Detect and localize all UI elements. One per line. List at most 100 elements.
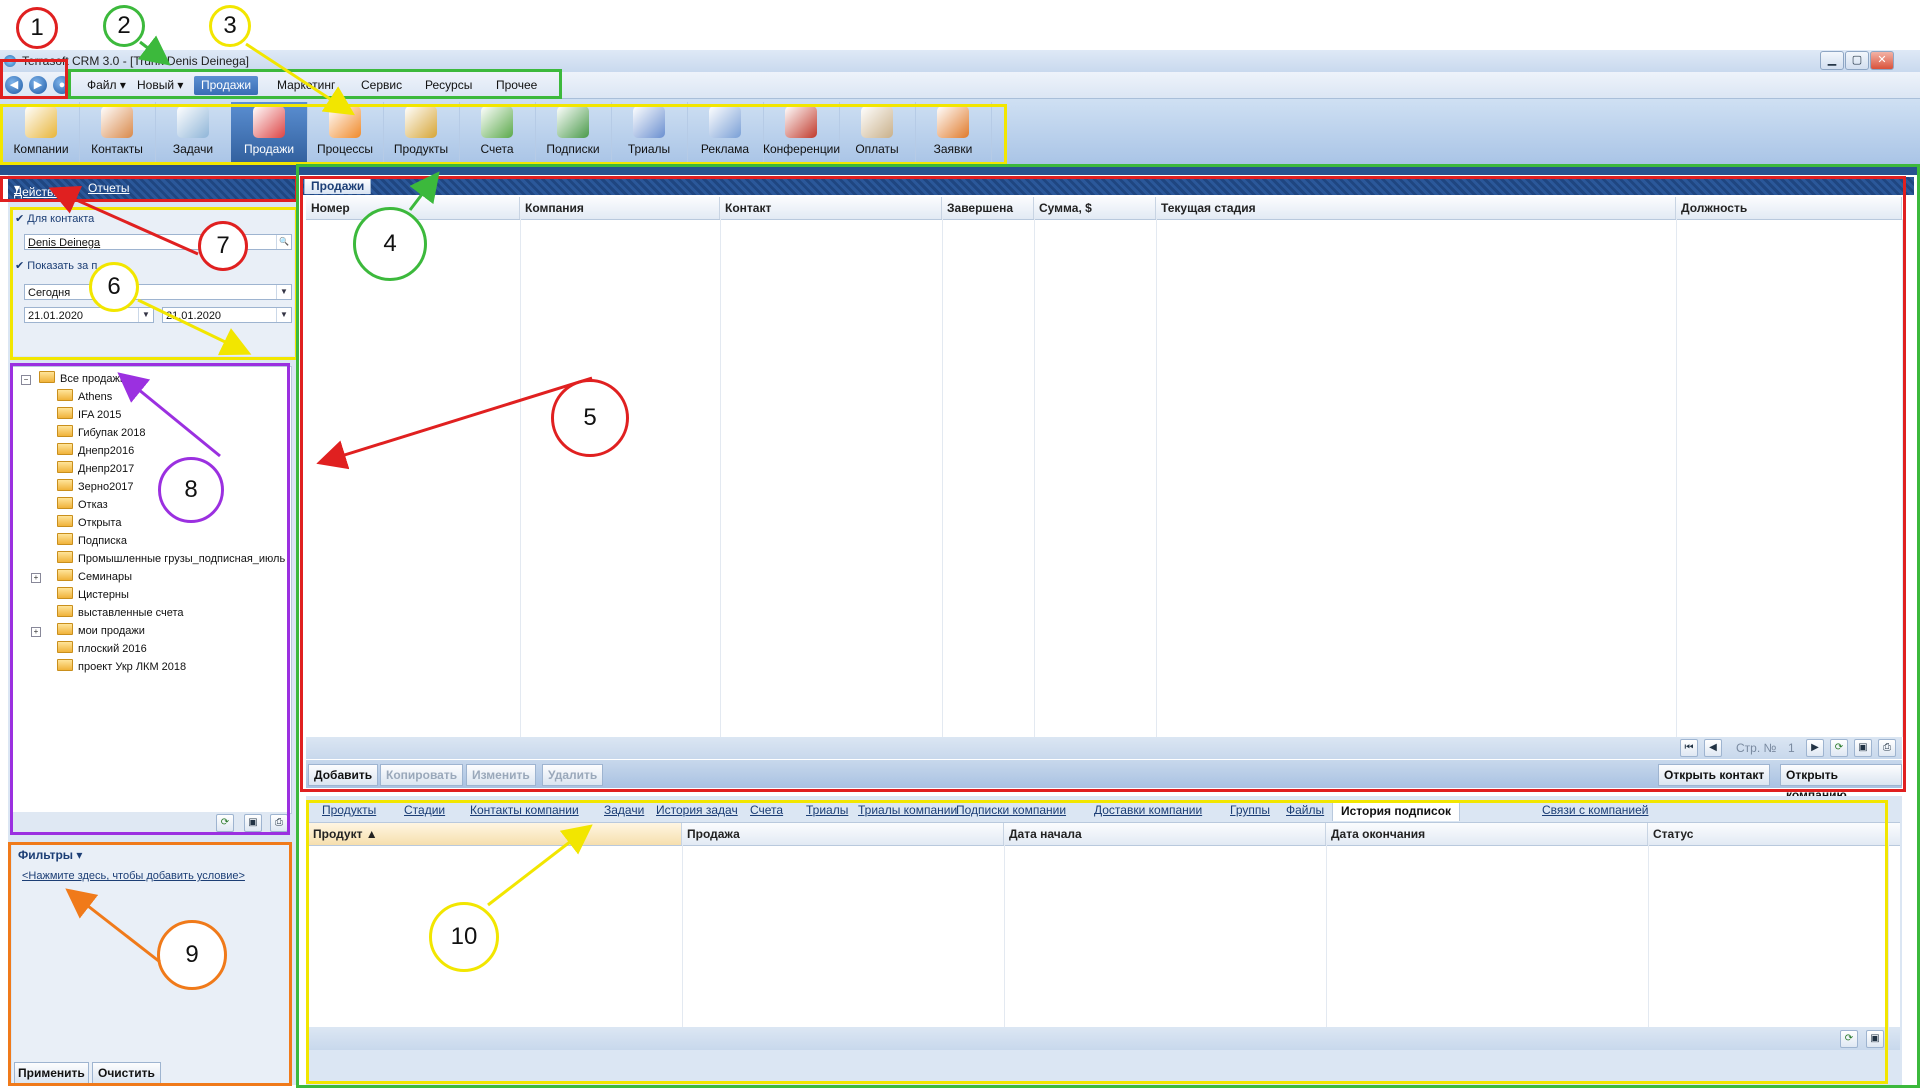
toolbar-0[interactable]: Компании [3, 102, 80, 162]
toolbar-10[interactable]: Конференции [763, 102, 840, 162]
detail-tab[interactable]: Триалы [806, 800, 848, 820]
forward-icon[interactable]: ▶ [29, 76, 47, 94]
detail-tab[interactable]: Счета [750, 800, 783, 820]
date-to-field[interactable]: 21.01.2020 ▼ [162, 307, 292, 323]
menu-resources[interactable]: Ресурсы [418, 76, 479, 95]
column-header[interactable]: Сумма, $ [1034, 197, 1156, 219]
detail-tab[interactable]: Файлы [1286, 800, 1324, 820]
column-header[interactable]: Контакт [720, 197, 942, 219]
show-period-checkbox[interactable]: ✔ Показать за п [15, 259, 97, 272]
detail-tab[interactable]: Связи с компанией [1542, 800, 1648, 820]
tree-item[interactable]: IFA 2015 [57, 407, 121, 424]
toolbar-5[interactable]: Продукты [383, 102, 460, 162]
detail-tab[interactable]: Доставки компании [1094, 800, 1202, 820]
date-from-field[interactable]: 21.01.2020 ▼ [24, 307, 154, 323]
column-header[interactable]: Компания [520, 197, 720, 219]
tree-item[interactable]: Днепр2017 [57, 461, 134, 478]
toolbar-7[interactable]: Подписки [535, 102, 612, 162]
expand-icon[interactable]: + [31, 627, 41, 637]
refresh-icon[interactable]: ⟳ [1830, 739, 1848, 757]
home-icon[interactable]: ● [53, 76, 71, 94]
tab-sales[interactable]: Продажи [304, 177, 372, 194]
period-select[interactable]: Сегодня ▼ [24, 284, 292, 300]
add-condition-link[interactable]: <Нажмите здесь, чтобы добавить условие> [22, 870, 245, 882]
tree-item[interactable]: плоский 2016 [57, 641, 147, 658]
menu-marketing[interactable]: Маркетинг [270, 76, 342, 95]
lookup-search-icon[interactable]: 🔍 [276, 235, 291, 249]
tree-item[interactable]: Athens [57, 389, 112, 406]
detail-tab[interactable]: Триалы компании [858, 800, 957, 820]
expand-icon[interactable]: + [31, 573, 41, 583]
menu-new[interactable]: Новый ▾ [130, 76, 190, 95]
refresh-icon[interactable]: ⟳ [1840, 1030, 1858, 1048]
tree-item[interactable]: Промышленные грузы_подписная_июль [57, 551, 285, 568]
tree-item[interactable]: + мои продажи [31, 623, 145, 640]
collapse-icon[interactable]: − [21, 375, 31, 385]
page-number[interactable]: 1 [1788, 741, 1795, 755]
sort-ascending-icon[interactable]: ▲ [366, 827, 378, 841]
prev-page-icon[interactable]: ◀ [1704, 739, 1722, 757]
toolbar-6[interactable]: Счета [459, 102, 536, 162]
delete-button[interactable]: Удалить [542, 764, 604, 786]
actions-menu[interactable]: Действия ▾ [14, 181, 67, 199]
toolbar-9[interactable]: Реклама [687, 102, 764, 162]
filters-menu[interactable]: Фильтры ▾ [18, 848, 82, 862]
back-icon[interactable]: ◀ [5, 76, 23, 94]
detail-tab[interactable]: История задач [656, 800, 738, 820]
clear-button[interactable]: Очистить [92, 1062, 161, 1084]
detail-tab[interactable]: Продукты [322, 800, 376, 820]
toolbar-1[interactable]: Контакты [79, 102, 156, 162]
calendar-dropdown-icon[interactable]: ▼ [138, 308, 153, 322]
tree-item[interactable]: Подписка [57, 533, 127, 550]
toolbar-3[interactable]: Продажи [231, 102, 308, 162]
detail-tab[interactable]: История подписок [1332, 800, 1461, 821]
tree-item[interactable]: Днепр2016 [57, 443, 134, 460]
tree-item[interactable]: проект Укр ЛКМ 2018 [57, 659, 186, 676]
print-icon[interactable]: ⎙ [270, 814, 288, 832]
tree-root[interactable]: − Все продажи [21, 371, 126, 388]
column-header[interactable]: Дата начала [1004, 823, 1326, 845]
tree-item[interactable]: Гибупак 2018 [57, 425, 145, 442]
calendar-dropdown-icon[interactable]: ▼ [276, 308, 291, 322]
column-header[interactable]: Продажа [682, 823, 1004, 845]
save-icon[interactable]: ▣ [244, 814, 262, 832]
tree-item[interactable]: Зерно2017 [57, 479, 134, 496]
maximize-button[interactable]: ▢ [1845, 51, 1869, 70]
reports-menu[interactable]: Отчеты [88, 181, 129, 195]
detail-tab[interactable]: Задачи [604, 800, 644, 820]
column-header[interactable]: Должность [1676, 197, 1902, 219]
detail-tab[interactable]: Группы [1230, 800, 1270, 820]
first-page-icon[interactable]: ⏮ [1680, 739, 1698, 757]
refresh-icon[interactable]: ⟳ [216, 814, 234, 832]
column-header[interactable]: Дата окончания [1326, 823, 1648, 845]
apply-button[interactable]: Применить [14, 1062, 89, 1084]
detail-tab[interactable]: Стадии [404, 800, 445, 820]
tree-item[interactable]: Открыта [57, 515, 121, 532]
detail-tab[interactable]: Подписки компании [956, 800, 1066, 820]
copy-button[interactable]: Копировать [380, 764, 464, 786]
print-icon[interactable]: ⎙ [1878, 739, 1896, 757]
tree-item[interactable]: + Семинары [31, 569, 132, 586]
chevron-down-icon[interactable]: ▼ [276, 285, 291, 299]
column-header[interactable]: Статус [1648, 823, 1888, 845]
column-header[interactable]: Завершена [942, 197, 1034, 219]
minimize-button[interactable]: ▁ [1820, 51, 1844, 70]
edit-button[interactable]: Изменить [466, 764, 536, 786]
menu-service[interactable]: Сервис [354, 76, 409, 95]
open-company-button[interactable]: Открыть компанию [1780, 764, 1902, 802]
column-header[interactable]: Продукт ▲ [308, 823, 682, 845]
save-icon[interactable]: ▣ [1854, 739, 1872, 757]
save-icon[interactable]: ▣ [1866, 1030, 1884, 1048]
column-header[interactable]: Текущая стадия [1156, 197, 1676, 219]
menu-sales[interactable]: Продажи [194, 76, 259, 95]
open-contact-button[interactable]: Открыть контакт [1658, 764, 1771, 786]
toolbar-8[interactable]: Триалы [611, 102, 688, 162]
menu-other[interactable]: Прочее [489, 76, 544, 95]
contact-field[interactable]: Denis Deinega 🔍 [24, 234, 292, 250]
toolbar-12[interactable]: Заявки [915, 102, 992, 162]
detail-tab[interactable]: Контакты компании [470, 800, 579, 820]
for-contact-checkbox[interactable]: ✔ Для контакта [15, 212, 94, 225]
next-page-icon[interactable]: ▶ [1806, 739, 1824, 757]
toolbar-4[interactable]: Процессы [307, 102, 384, 162]
tree-item[interactable]: выставленные счета [57, 605, 184, 622]
